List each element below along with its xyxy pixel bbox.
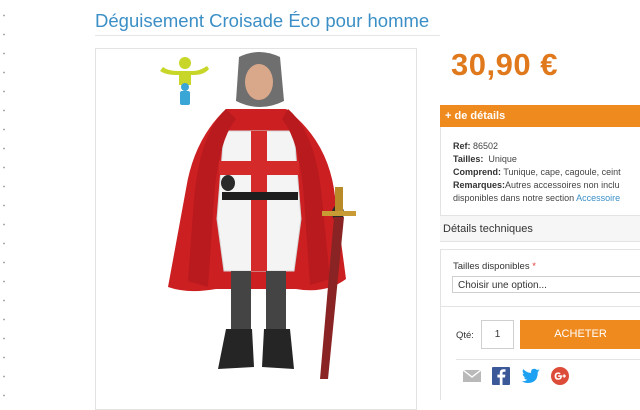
product-price: 30,90 € <box>451 47 558 82</box>
required-mark: * <box>532 261 536 272</box>
details-sizes-row: Tailles: Unique <box>453 154 517 164</box>
facebook-icon[interactable] <box>491 367 511 385</box>
product-image-frame[interactable] <box>95 48 417 410</box>
title-divider <box>95 35 440 36</box>
twitter-icon[interactable] <box>521 367 541 385</box>
details-remarks-row: Remarques:Autres accessoires non inclu <box>453 180 620 190</box>
quantity-input[interactable]: 1 <box>481 320 514 349</box>
adult-age-icon <box>160 57 209 105</box>
tab-technical-details[interactable]: Détails techniques <box>440 215 640 242</box>
quantity-label: Qté: <box>456 330 474 341</box>
more-details-toggle[interactable]: + de détails <box>440 105 640 127</box>
share-divider <box>456 359 640 360</box>
details-ref-row: Ref: 86502 <box>453 141 499 151</box>
size-select[interactable]: Choisir une option... <box>452 276 640 293</box>
product-details-panel: Ref: 86502 Tailles: Unique Comprend: Tun… <box>440 127 640 215</box>
purchase-panel: Qté: 1 ACHETER <box>440 307 640 400</box>
sizes-label: Tailles disponibles * <box>453 261 536 272</box>
buy-button[interactable]: ACHETER <box>520 320 640 349</box>
details-includes-row: Comprend: Tunique, cape, cagoule, ceint <box>453 167 621 177</box>
product-image <box>160 52 356 379</box>
page-title: Déguisement Croisade Éco pour homme <box>95 10 430 31</box>
google-plus-icon[interactable] <box>550 367 570 385</box>
accessories-link[interactable]: Accessoire <box>576 193 620 203</box>
size-options-panel: Tailles disponibles * Choisir une option… <box>440 249 640 307</box>
email-icon[interactable] <box>462 367 482 385</box>
left-edge-dots <box>0 0 8 400</box>
details-remarks-continued: disponibles dans notre section Accessoir… <box>453 193 621 203</box>
